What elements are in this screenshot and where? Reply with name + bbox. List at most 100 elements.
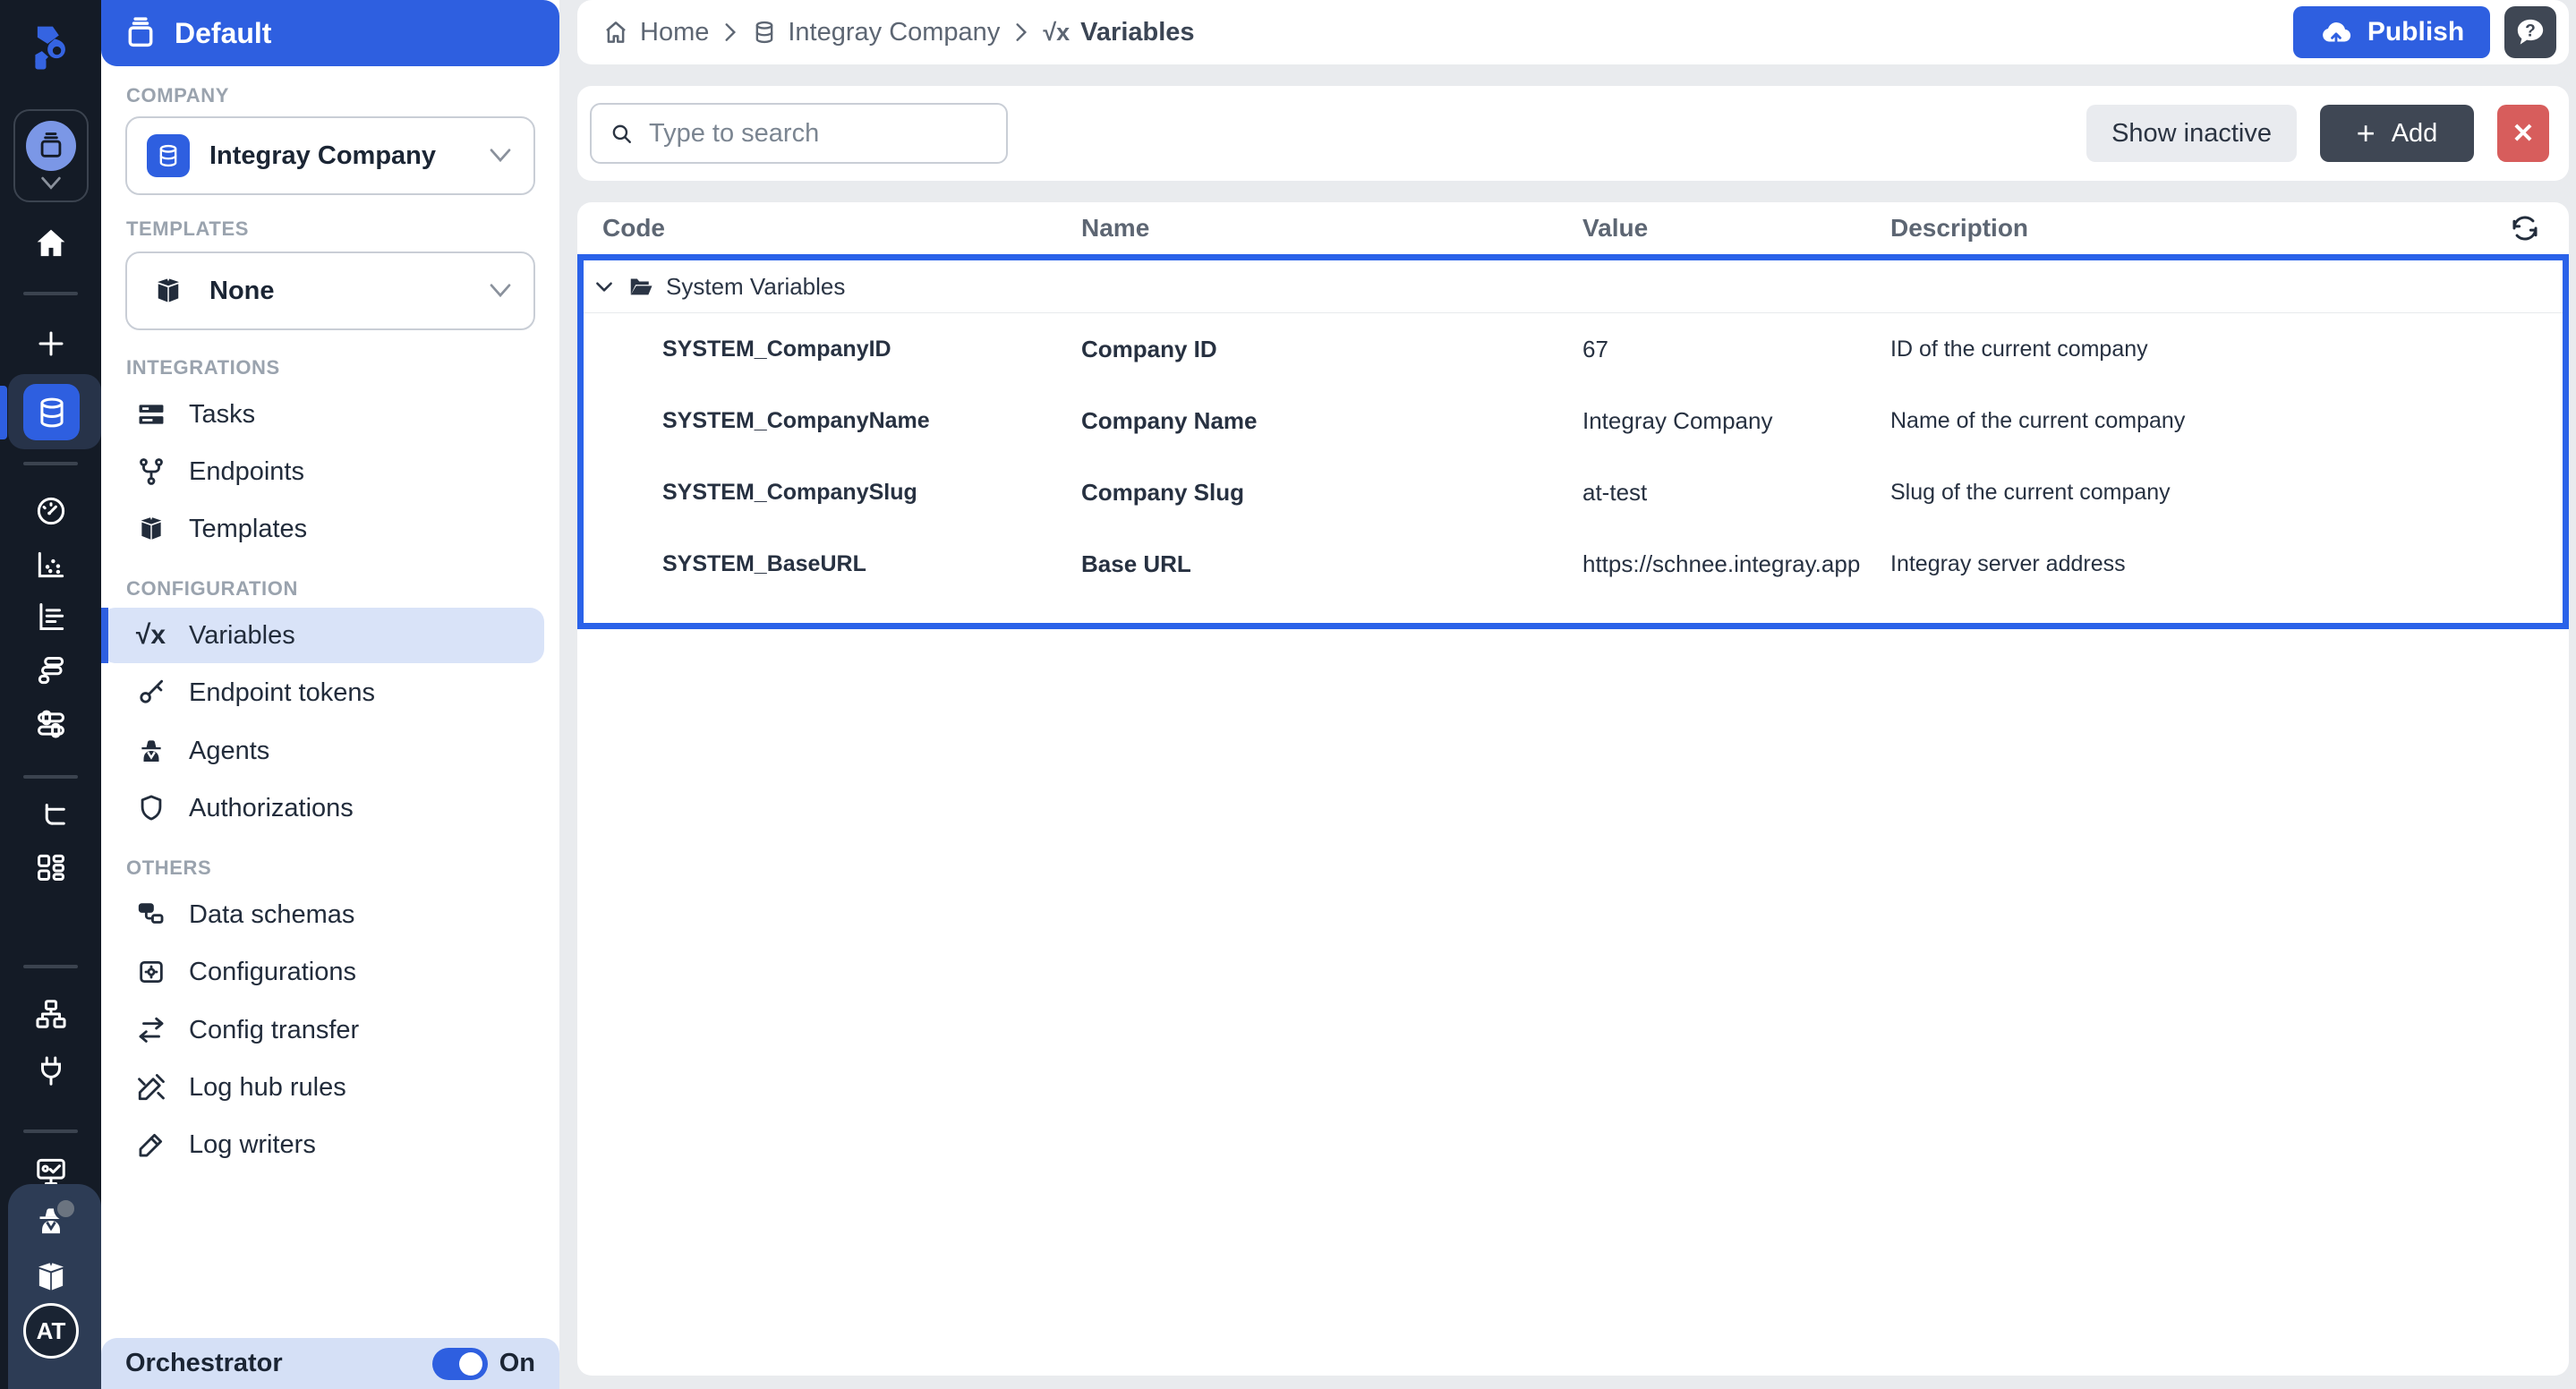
search-input[interactable]: [647, 118, 988, 149]
integrations-section-label: INTEGRATIONS: [126, 356, 280, 379]
data-module-icon[interactable]: [23, 384, 80, 440]
sidebar-item-label: Log hub rules: [189, 1073, 346, 1103]
table-row[interactable]: SYSTEM_CompanySlug Company Slug at-test …: [584, 456, 2563, 528]
plug-icon[interactable]: [0, 1054, 101, 1088]
user-avatar[interactable]: AT: [23, 1303, 79, 1359]
sliders-icon[interactable]: [0, 707, 101, 741]
show-inactive-button[interactable]: Show inactive: [2086, 105, 2297, 162]
scatter-chart-icon[interactable]: [0, 548, 101, 582]
orchestrator-toggle[interactable]: [432, 1348, 488, 1380]
sidebar-item-authorizations[interactable]: Authorizations: [101, 780, 544, 837]
dashboard-icon[interactable]: [0, 494, 101, 528]
breadcrumb-company[interactable]: Integray Company: [752, 18, 1000, 47]
task-runs-icon[interactable]: [0, 653, 101, 687]
chevron-right-icon: [1012, 21, 1030, 44]
workspace-switcher[interactable]: [13, 109, 89, 202]
agent-status-icon[interactable]: [0, 1203, 101, 1239]
add-button[interactable]: + Add: [2320, 105, 2474, 162]
publish-button[interactable]: Publish: [2293, 6, 2490, 58]
company-select-value: Integray Company: [209, 141, 467, 171]
templates-icon: [134, 514, 167, 544]
search-box[interactable]: [590, 103, 1008, 164]
home-icon: [602, 19, 629, 46]
refresh-icon[interactable]: [2510, 213, 2540, 243]
cell-name: Company Name: [1081, 407, 1582, 435]
cell-description: Slug of the current company: [1890, 480, 2563, 506]
close-icon: ✕: [2512, 118, 2534, 149]
flow-tree-icon[interactable]: [0, 800, 101, 834]
sidebar-item-tasks[interactable]: Tasks: [101, 386, 544, 443]
sidebar-item-data-schemas[interactable]: Data schemas: [101, 886, 544, 943]
cell-name: Company Slug: [1081, 479, 1582, 507]
template-box-icon: [147, 275, 190, 307]
chevron-down-icon: [487, 282, 514, 300]
sidebar-item-agents[interactable]: Agents: [101, 722, 544, 780]
sidebar-item-variables[interactable]: √x Variables: [101, 608, 544, 663]
toolbar-actions: Show inactive + Add ✕: [2086, 105, 2549, 162]
tasks-icon: [134, 399, 167, 430]
bar-chart-icon[interactable]: [0, 600, 101, 634]
sidebar-item-label: Data schemas: [189, 900, 354, 930]
close-button[interactable]: ✕: [2497, 105, 2549, 162]
sidebar: Default COMPANY Integray Company TEMPLAT…: [101, 0, 559, 1389]
config-folder-icon: [134, 957, 167, 987]
sidebar-item-label: Endpoints: [189, 457, 304, 487]
package-icon[interactable]: [0, 1258, 101, 1296]
rail-selected-indicator: [0, 386, 7, 439]
company-database-icon: [147, 134, 190, 177]
table-row[interactable]: SYSTEM_CompanyID Company ID 67 ID of the…: [584, 313, 2563, 385]
rail-divider: [23, 1129, 78, 1133]
sidebar-item-templates[interactable]: Templates: [101, 500, 544, 558]
variables-icon: √x: [1043, 21, 1070, 45]
help-button[interactable]: ?: [2504, 6, 2556, 58]
workspace-title: Default: [175, 17, 271, 50]
chevron-down-icon: [38, 175, 64, 192]
breadcrumb: Home Integray Company √x Variables: [602, 18, 2293, 47]
others-section-label: OTHERS: [126, 856, 211, 880]
question-bubble-icon: ?: [2512, 14, 2548, 50]
chevron-down-icon: [593, 275, 616, 298]
cell-value: https://schnee.integray.app: [1582, 550, 1890, 578]
variables-table: Code Name Value Description: [577, 202, 2569, 1376]
shield-icon: [134, 793, 167, 823]
sidebar-item-log-writers[interactable]: Log writers: [101, 1116, 544, 1173]
components-grid-icon[interactable]: [0, 850, 101, 884]
table-row[interactable]: SYSTEM_BaseURL Base URL https://schnee.i…: [584, 528, 2563, 600]
templates-section-label: TEMPLATES: [126, 217, 249, 241]
toolbar: Show inactive + Add ✕: [577, 86, 2569, 181]
system-variables-group: System Variables SYSTEM_CompanyID Compan…: [577, 254, 2569, 629]
home-icon[interactable]: [0, 226, 101, 261]
sidebar-item-label: Variables: [189, 621, 295, 651]
container-icon: [123, 15, 158, 51]
schema-icon: [134, 899, 167, 930]
group-row-system-variables[interactable]: System Variables: [584, 260, 2563, 313]
company-select[interactable]: Integray Company: [125, 116, 535, 195]
sidebar-item-config-transfer[interactable]: Config transfer: [101, 1001, 544, 1059]
workspace-container-icon: [26, 121, 76, 171]
rail-divider: [23, 775, 78, 779]
sidebar-item-endpoints[interactable]: Endpoints: [101, 443, 544, 500]
breadcrumb-home[interactable]: Home: [602, 18, 709, 47]
main-area: Home Integray Company √x Variables: [559, 0, 2576, 1389]
sidebar-item-log-hub-rules[interactable]: Log hub rules: [101, 1059, 544, 1116]
add-workspace-icon[interactable]: [0, 328, 101, 360]
pencil-icon: [134, 1129, 167, 1160]
table-row[interactable]: SYSTEM_CompanyName Company Name Integray…: [584, 385, 2563, 456]
svg-text:?: ?: [2525, 21, 2536, 40]
breadcrumb-variables[interactable]: √x Variables: [1043, 18, 1194, 47]
orchestrator-bar: Orchestrator On: [101, 1338, 559, 1389]
column-header-value: Value: [1582, 214, 1890, 243]
cell-name: Company ID: [1081, 336, 1582, 363]
cell-description: Integray server address: [1890, 551, 2563, 577]
variables-icon: √x: [134, 622, 167, 649]
template-select[interactable]: None: [125, 251, 535, 330]
sitemap-icon[interactable]: [0, 997, 101, 1031]
workspace-header[interactable]: Default: [101, 0, 559, 66]
table-header: Code Name Value Description: [577, 202, 2569, 254]
column-header-description: Description: [1890, 214, 2569, 243]
sidebar-item-configurations[interactable]: Configurations: [101, 943, 544, 1001]
orchestrator-state: On: [499, 1349, 535, 1378]
integray-logo-icon[interactable]: [0, 16, 101, 79]
sidebar-item-endpoint-tokens[interactable]: Endpoint tokens: [101, 664, 544, 721]
folder-open-icon: [627, 273, 654, 300]
